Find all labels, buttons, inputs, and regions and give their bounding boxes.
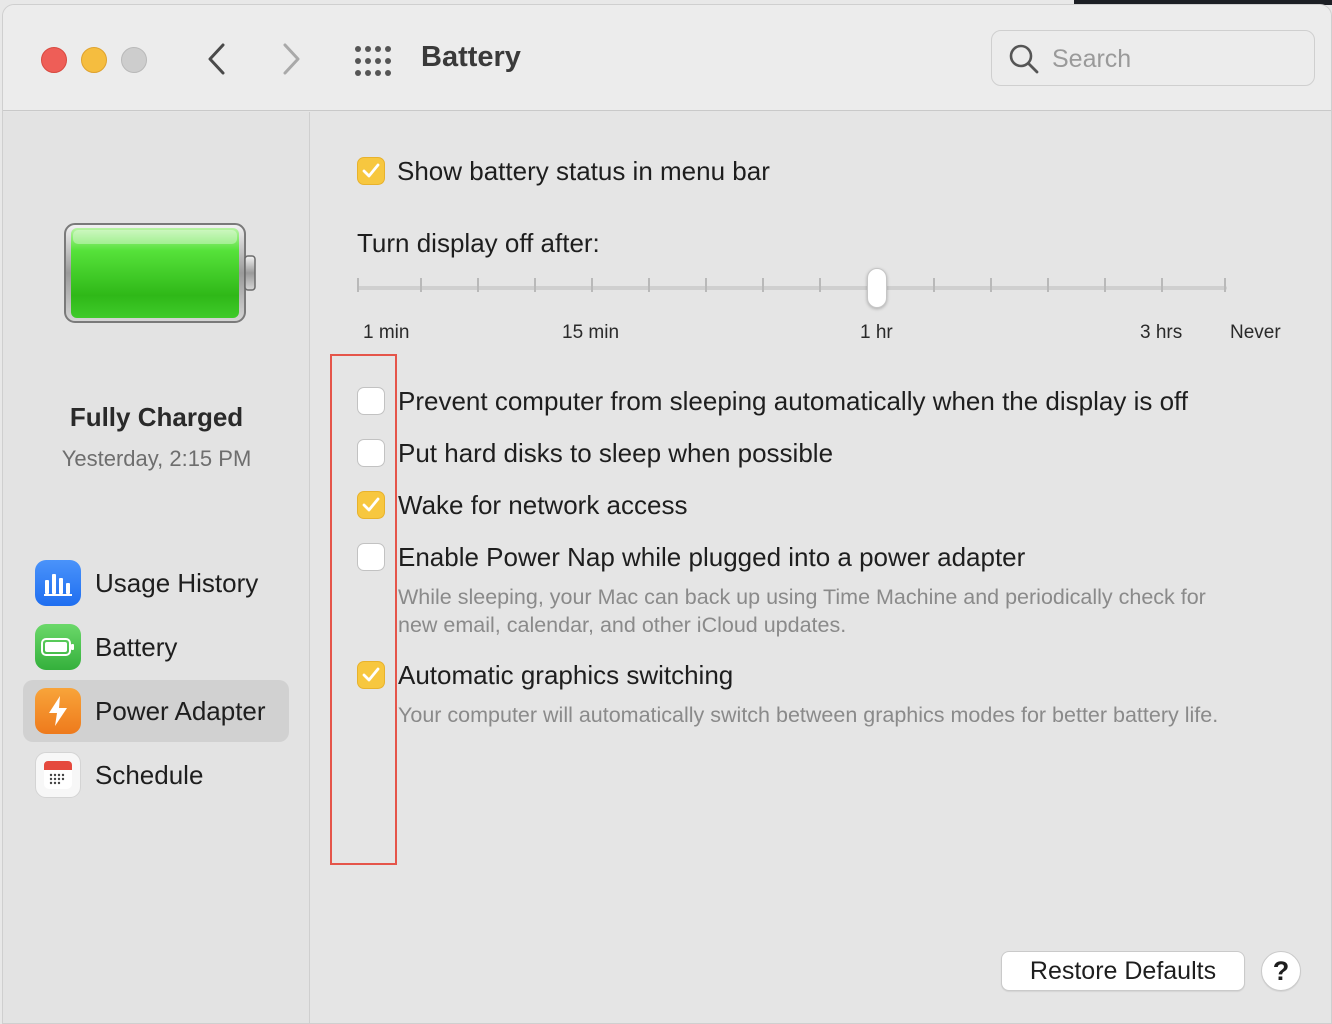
- slider-tick: [477, 278, 479, 292]
- battery-status-title: Fully Charged: [69, 402, 244, 432]
- disk-sleep-label: Put hard disks to sleep when possible: [398, 438, 834, 468]
- window-title: Battery: [421, 41, 521, 73]
- calendar-icon: [35, 752, 81, 798]
- sidebar-item-label: Schedule: [95, 759, 204, 790]
- slider-tick: [1161, 278, 1163, 292]
- battery-icon: [35, 624, 81, 670]
- display-off-slider-track[interactable]: [357, 286, 1227, 290]
- bar-chart-icon: [35, 560, 81, 606]
- slider-tick: [1047, 278, 1049, 292]
- forward-button[interactable]: [271, 39, 311, 79]
- close-window-button[interactable]: [41, 47, 67, 73]
- sidebar-item-label: Battery: [95, 631, 178, 662]
- display-off-title: Turn display off after:: [357, 228, 600, 258]
- slider-tick: [534, 278, 536, 292]
- search-field[interactable]: [991, 30, 1315, 86]
- sidebar-item-schedule[interactable]: Schedule: [23, 744, 289, 806]
- slider-label-1-hr: 1 hr: [860, 322, 893, 343]
- title-bar: Battery: [3, 5, 1331, 111]
- search-input[interactable]: [1052, 43, 1292, 75]
- power-nap-label: Enable Power Nap while plugged into a po…: [398, 542, 1026, 572]
- annotation-highlight-box: [330, 354, 397, 865]
- slider-label-never: Never: [1230, 322, 1281, 343]
- zoom-window-button[interactable]: [121, 47, 147, 73]
- slider-label-3-hrs: 3 hrs: [1140, 322, 1183, 343]
- graphics-switching-label: Automatic graphics switching: [398, 660, 734, 690]
- prevent-sleep-label: Prevent computer from sleeping automatic…: [398, 386, 1189, 416]
- display-off-slider-thumb[interactable]: [867, 268, 887, 308]
- power-nap-description-line-1: While sleeping, your Mac can back up usi…: [398, 585, 1206, 609]
- slider-tick: [420, 278, 422, 292]
- help-button[interactable]: ?: [1261, 951, 1301, 991]
- chevron-left-icon: [208, 43, 225, 75]
- system-preferences-window: Battery Search Fully Charged Yesterday, …: [2, 4, 1332, 1024]
- lightning-icon: [35, 688, 81, 734]
- sidebar-item-label: Power Adapter: [95, 695, 266, 726]
- wake-network-label: Wake for network access: [398, 490, 688, 520]
- minimize-window-button[interactable]: [81, 47, 107, 73]
- slider-tick: [819, 278, 821, 292]
- slider-tick: [762, 278, 764, 292]
- show-battery-status-label: Show battery status in menu bar: [397, 156, 770, 186]
- back-button[interactable]: [197, 39, 237, 79]
- sidebar-item-battery[interactable]: Battery: [23, 616, 289, 678]
- sidebar-item-label: Usage History: [95, 567, 259, 598]
- slider-tick: [1224, 278, 1226, 292]
- slider-tick: [591, 278, 593, 292]
- slider-tick: [933, 278, 935, 292]
- battery-full-icon: [64, 223, 256, 323]
- slider-tick: [990, 278, 992, 292]
- show-all-preferences-button[interactable]: [353, 43, 393, 79]
- slider-tick: [705, 278, 707, 292]
- sidebar: Fully Charged Yesterday, 2:15 PM Usage H…: [3, 112, 310, 1023]
- graphics-switching-description: Your computer will automatically switch …: [398, 703, 1219, 727]
- slider-tick: [357, 278, 359, 292]
- sidebar-item-power-adapter[interactable]: Power Adapter: [23, 680, 289, 742]
- slider-tick: [648, 278, 650, 292]
- slider-label-1-min: 1 min: [363, 322, 410, 343]
- battery-status-time: Yesterday, 2:15 PM: [61, 446, 252, 471]
- settings-pane: Show battery status in menu bar Turn dis…: [311, 112, 1331, 1023]
- chevron-right-icon: [283, 43, 300, 75]
- slider-tick: [1104, 278, 1106, 292]
- show-battery-status-checkbox[interactable]: [357, 157, 385, 185]
- power-nap-description-line-2: new email, calendar, and other iCloud up…: [398, 613, 847, 637]
- slider-label-15-min: 15 min: [562, 322, 620, 343]
- search-icon: [1009, 44, 1039, 74]
- sidebar-item-usage-history[interactable]: Usage History: [23, 552, 289, 614]
- checkmark-icon: [362, 163, 380, 178]
- grid-icon: [355, 46, 391, 76]
- restore-defaults-button[interactable]: Restore Defaults: [1001, 951, 1245, 991]
